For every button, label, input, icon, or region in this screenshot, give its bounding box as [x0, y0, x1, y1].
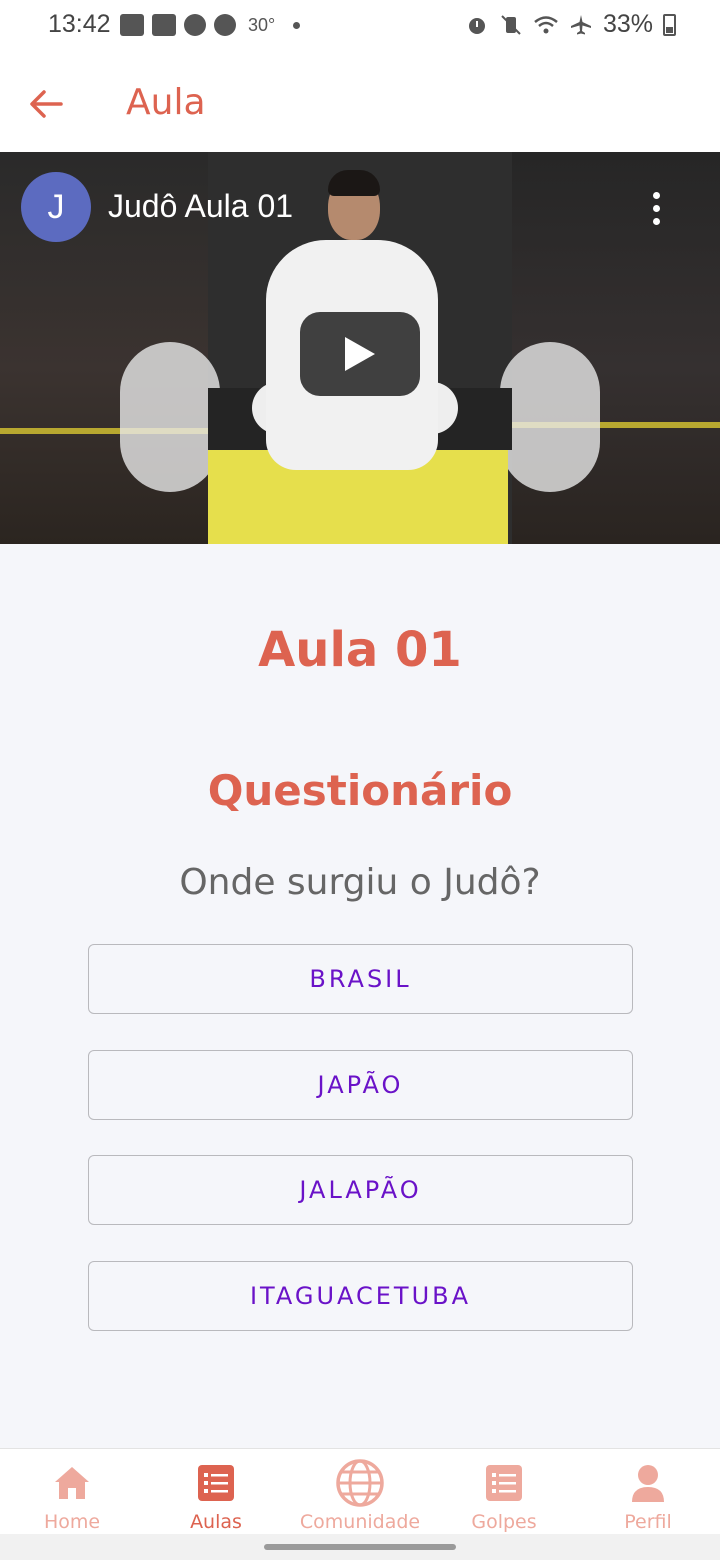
airplane-icon — [570, 14, 591, 34]
status-bar: 13:42 30° 33% — [0, 0, 720, 52]
more-vert-icon — [652, 204, 660, 212]
answer-button-jalapao[interactable]: JALAPÃO — [88, 1155, 633, 1225]
video-title[interactable]: Judô Aula 01 — [108, 188, 293, 225]
home-gesture-handle[interactable] — [264, 1544, 456, 1550]
status-time: 13:42 — [48, 10, 111, 38]
more-vert-icon — [652, 191, 660, 199]
vibrate-mute-icon — [501, 14, 521, 35]
more-notifications-icon — [293, 21, 301, 29]
video-more-options-button[interactable] — [640, 186, 672, 230]
video-player[interactable]: J Judô Aula 01 — [0, 152, 720, 544]
voicemail-icon — [152, 14, 176, 36]
system-icons: 33% — [465, 10, 676, 39]
notification-icons: 30° — [120, 14, 301, 36]
battery-percentage: 33% — [602, 10, 653, 38]
arrow-left-icon — [30, 90, 63, 118]
answer-button-itaguacetuba[interactable]: ITAGUACETUBA — [88, 1261, 633, 1331]
person-icon — [622, 1457, 674, 1509]
nav-label: Comunidade — [299, 1511, 421, 1533]
alarm-icon — [468, 17, 485, 34]
app-notification-icon — [184, 14, 206, 36]
nav-item-comunidade[interactable]: Comunidade — [288, 1449, 432, 1534]
battery-icon — [663, 13, 676, 36]
nav-label: Home — [43, 1511, 101, 1533]
status-temperature: 30° — [248, 14, 276, 35]
video-frame — [120, 342, 220, 492]
nav-item-golpes[interactable]: Golpes — [432, 1449, 576, 1534]
wifi-icon — [534, 15, 558, 33]
answer-button-brasil[interactable]: BRASIL — [88, 944, 633, 1014]
list-icon — [478, 1457, 530, 1509]
home-icon — [46, 1457, 98, 1509]
video-frame — [500, 342, 600, 492]
quiz-question: Onde surgiu o Judô? — [179, 862, 541, 903]
gesture-bar — [0, 1534, 720, 1560]
quiz-heading: Questionário — [207, 766, 513, 815]
video-frame — [328, 170, 380, 196]
lesson-title: Aula 01 — [258, 622, 462, 678]
page-title: Aula — [126, 82, 206, 123]
bottom-navigation: Home Aulas Comunidade Golpes Perfil — [0, 1448, 720, 1534]
back-button[interactable] — [22, 80, 70, 128]
nav-item-perfil[interactable]: Perfil — [576, 1449, 720, 1534]
nav-label: Aulas — [190, 1511, 242, 1533]
nav-item-aulas[interactable]: Aulas — [144, 1449, 288, 1534]
instagram-icon — [214, 14, 236, 36]
play-button[interactable] — [300, 312, 420, 396]
list-icon — [190, 1457, 242, 1509]
app-bar: Aula — [0, 52, 720, 152]
more-vert-icon — [652, 217, 660, 225]
play-icon — [345, 337, 375, 371]
nav-label: Golpes — [471, 1511, 537, 1533]
nav-item-home[interactable]: Home — [0, 1449, 144, 1534]
answer-button-japao[interactable]: JAPÃO — [88, 1050, 633, 1120]
voicemail-icon — [120, 14, 144, 36]
globe-icon — [334, 1457, 386, 1509]
nav-label: Perfil — [624, 1511, 672, 1533]
channel-avatar[interactable]: J — [21, 172, 91, 242]
